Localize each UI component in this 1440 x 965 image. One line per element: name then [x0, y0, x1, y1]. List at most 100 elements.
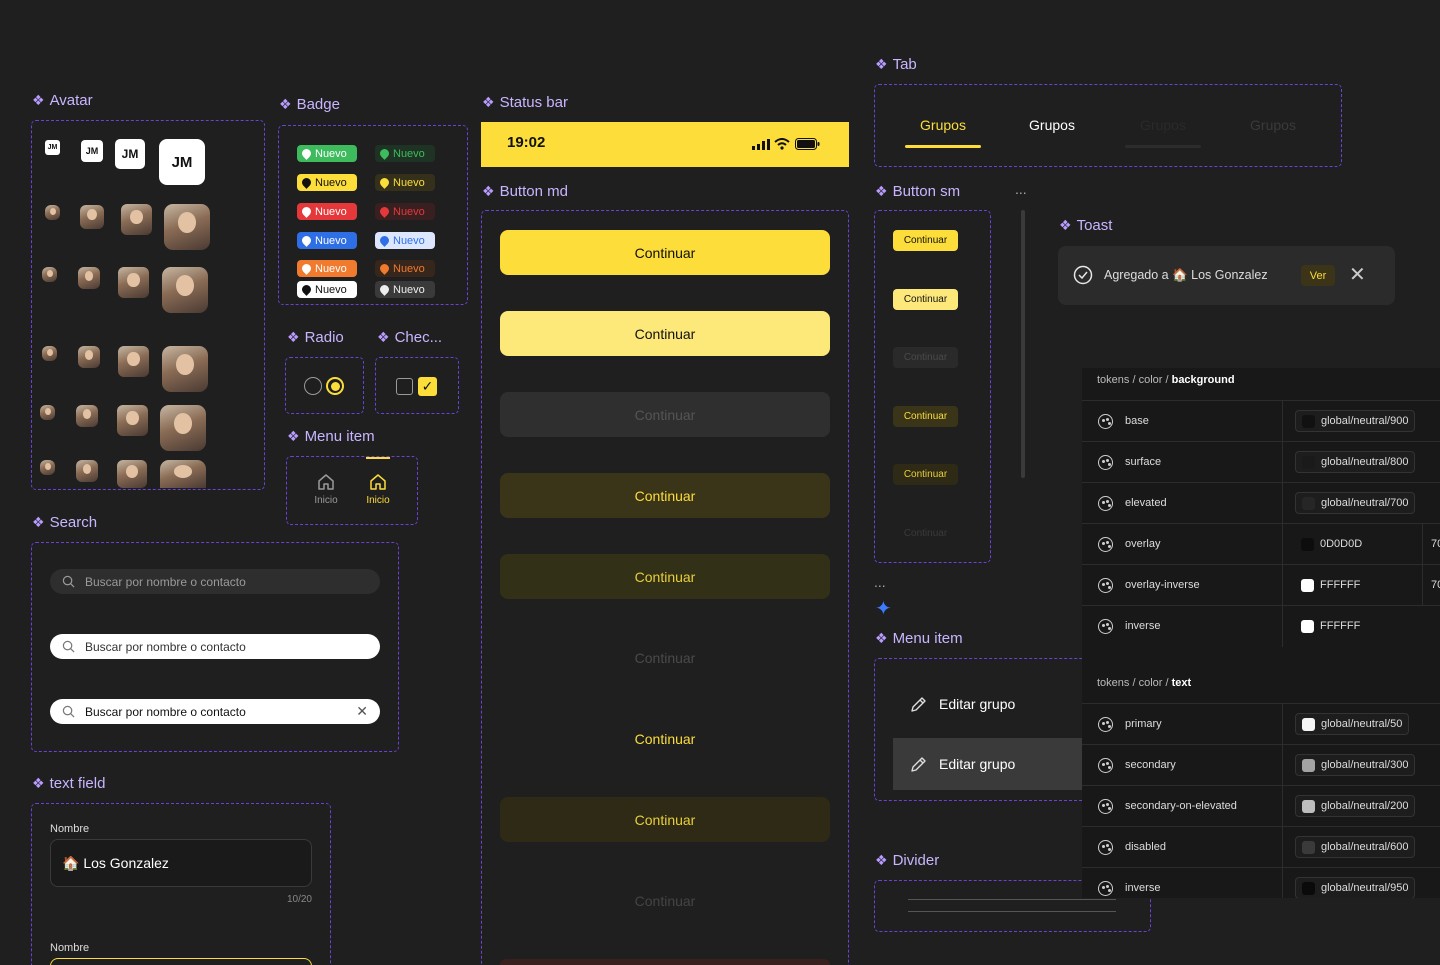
text-field-input[interactable]: 🏠 Los Gonzalez	[50, 839, 312, 887]
component-icon: ❖	[32, 92, 45, 108]
tab-active[interactable]: Grupos	[905, 117, 981, 133]
component-icon: ❖	[875, 852, 888, 868]
token-name: primary	[1125, 718, 1162, 730]
section-title-radio: ❖ Radio	[287, 329, 344, 346]
avatar-photo-xs	[40, 405, 55, 420]
section-title-checkbox: ❖ Chec...	[377, 329, 443, 346]
nav-item-active[interactable]: Inicio	[358, 472, 398, 506]
badge-yellow-soft: Nuevo	[375, 174, 435, 191]
token-value-chip[interactable]: FFFFFF	[1295, 615, 1366, 637]
button-sm-primary-hover[interactable]: Continuar	[893, 289, 958, 310]
button-md-ghost-hover[interactable]: Continuar	[500, 797, 830, 842]
flame-icon	[300, 147, 313, 160]
token-row[interactable]: inverse global/neutral/950	[1082, 867, 1440, 898]
badge-blue-solid: Nuevo	[297, 232, 357, 249]
token-row[interactable]: secondary-on-elevated global/neutral/200	[1082, 785, 1440, 827]
radio-checked[interactable]	[326, 377, 344, 395]
avatar-photo-lg	[160, 405, 206, 451]
checkbox-frame	[375, 357, 459, 414]
close-icon[interactable]: ✕	[1349, 262, 1366, 287]
button-md-primary-disabled[interactable]: Continuar	[500, 392, 830, 437]
clear-icon[interactable]: ✕	[356, 703, 368, 720]
token-value: global/neutral/200	[1321, 800, 1409, 812]
token-value: global/neutral/50	[1321, 718, 1403, 730]
badge-yellow-solid: Nuevo	[297, 174, 357, 191]
button-md-primary-hover[interactable]: Continuar	[500, 311, 830, 356]
token-row[interactable]: primary global/neutral/50	[1082, 703, 1440, 745]
color-swatch	[1301, 578, 1314, 592]
token-value-chip[interactable]: FFFFFF	[1295, 574, 1366, 596]
button-sm-primary-disabled[interactable]: Continuar	[893, 347, 958, 368]
badge-neutral-solid: Nuevo	[297, 281, 357, 298]
token-value-chip[interactable]: 0D0D0D	[1295, 533, 1368, 555]
token-value-chip[interactable]: global/neutral/800	[1295, 451, 1416, 473]
token-row[interactable]: surface global/neutral/800	[1082, 441, 1440, 483]
token-row[interactable]: disabled global/neutral/600	[1082, 826, 1440, 868]
palette-icon	[1098, 716, 1113, 732]
text-field-input-focused[interactable]	[50, 958, 312, 965]
button-md-ghost[interactable]: Continuar	[500, 716, 830, 761]
menu-item-hover[interactable]: Editar grupo	[893, 738, 1093, 790]
checkbox-unchecked[interactable]	[396, 378, 413, 395]
token-value: global/neutral/950	[1321, 882, 1409, 894]
token-value: global/neutral/700	[1321, 497, 1409, 509]
token-row[interactable]: secondary global/neutral/300	[1082, 744, 1440, 786]
token-value-chip[interactable]: global/neutral/900	[1295, 410, 1416, 432]
button-sm-secondary[interactable]: Continuar	[893, 406, 958, 427]
avatar-photo-md	[121, 204, 152, 235]
button-md-secondary-disabled[interactable]: Continuar	[500, 635, 830, 680]
token-row[interactable]: overlay 0D0D0D 70	[1082, 523, 1440, 565]
button-md-destructive[interactable]	[500, 959, 830, 965]
button-md-primary[interactable]: Continuar	[500, 230, 830, 275]
button-sm-primary[interactable]: Continuar	[893, 230, 958, 251]
section-title-text-field: ❖ text field	[32, 775, 106, 792]
token-value-chip[interactable]: global/neutral/50	[1295, 713, 1410, 735]
token-value-chip[interactable]: global/neutral/700	[1295, 492, 1416, 514]
search-input-default[interactable]: Buscar por nombre o contacto	[50, 569, 380, 594]
button-md-ghost-disabled[interactable]: Continuar	[500, 878, 830, 923]
palette-icon	[1098, 577, 1113, 593]
token-value: FFFFFF	[1320, 620, 1361, 632]
radio-dot	[330, 381, 340, 391]
button-md-secondary[interactable]: Continuar	[500, 473, 830, 518]
tab-pressed[interactable]: Grupos	[1125, 117, 1201, 133]
token-value-chip[interactable]: global/neutral/300	[1295, 754, 1416, 776]
button-md-secondary-hover[interactable]: Continuar	[500, 554, 830, 599]
divider-line	[908, 899, 1116, 900]
nav-item-inactive[interactable]: Inicio	[306, 472, 346, 506]
token-name: disabled	[1125, 841, 1166, 853]
token-value-chip[interactable]: global/neutral/600	[1295, 836, 1416, 858]
button-sm-secondary-hover[interactable]: Continuar	[893, 464, 958, 485]
section-title-status-bar: ❖ Status bar	[482, 94, 568, 111]
radio-frame	[285, 357, 364, 414]
color-swatch	[1302, 496, 1315, 510]
flame-icon	[378, 234, 391, 247]
menu-item-default[interactable]: Editar grupo	[893, 678, 1093, 730]
component-icon: ❖	[482, 94, 495, 110]
column-separator	[1282, 523, 1283, 565]
token-row[interactable]: overlay-inverse FFFFFF 70	[1082, 564, 1440, 606]
button-sm-frame	[874, 210, 991, 563]
search-input-filled[interactable]: Buscar por nombre o contacto ✕	[50, 699, 380, 724]
token-row[interactable]: inverse FFFFFF	[1082, 605, 1440, 647]
column-separator	[1282, 564, 1283, 606]
scrollbar[interactable]	[1021, 210, 1025, 478]
button-sm-secondary-disabled[interactable]: Continuar	[893, 523, 958, 544]
token-value-chip[interactable]: global/neutral/200	[1295, 795, 1416, 817]
color-swatch	[1302, 414, 1315, 428]
token-name: overlay-inverse	[1125, 579, 1200, 591]
avatar-frame	[31, 120, 265, 490]
color-swatch	[1302, 799, 1315, 813]
token-value-chip[interactable]: global/neutral/950	[1295, 877, 1416, 898]
token-row[interactable]: elevated global/neutral/700	[1082, 482, 1440, 524]
search-input-focused[interactable]: Buscar por nombre o contacto	[50, 634, 380, 659]
token-row[interactable]: base global/neutral/900	[1082, 400, 1440, 442]
tab-disabled[interactable]: Grupos	[1235, 117, 1311, 133]
radio-unchecked[interactable]	[304, 377, 322, 395]
palette-icon	[1098, 839, 1113, 855]
tab-default[interactable]: Grupos	[1014, 117, 1090, 133]
avatar-initials-md: JM	[115, 139, 145, 169]
color-swatch	[1302, 758, 1315, 772]
checkbox-checked[interactable]: ✓	[418, 377, 437, 396]
toast-action-button[interactable]: Ver	[1301, 265, 1335, 286]
